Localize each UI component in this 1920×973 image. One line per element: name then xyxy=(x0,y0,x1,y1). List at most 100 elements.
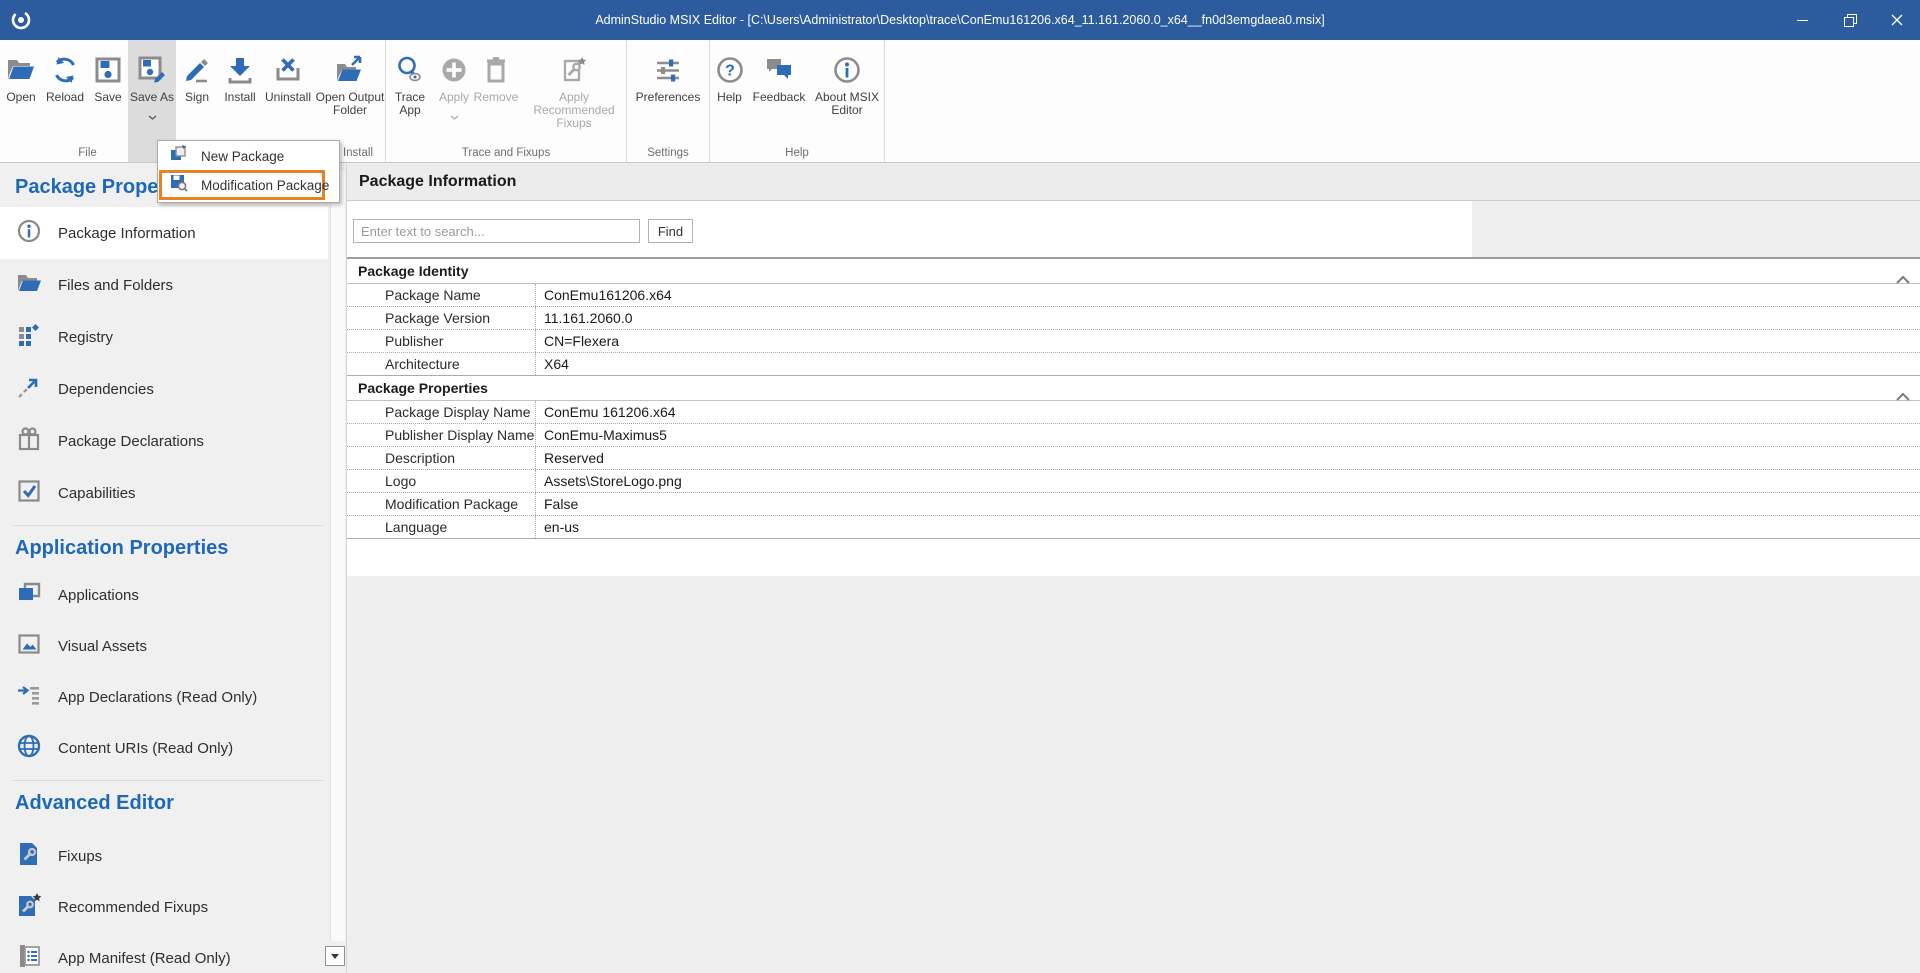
help-icon: ? xyxy=(715,49,745,91)
ribbon-group-trace-fixups: Trace App Apply xyxy=(386,40,627,162)
modification-package-icon xyxy=(169,173,188,197)
feedback-button[interactable]: Feedback xyxy=(749,40,809,162)
menu-item-new-package[interactable]: New Package xyxy=(158,142,339,170)
trace-app-icon xyxy=(395,49,425,91)
help-button[interactable]: ? Help xyxy=(710,40,749,162)
page-title: Package Information xyxy=(347,173,516,191)
sidebar-item-visual-assets[interactable]: Visual Assets xyxy=(0,621,328,672)
ribbon-group-label-settings: Settings xyxy=(627,147,709,159)
open-icon xyxy=(6,49,36,91)
save-icon xyxy=(93,49,123,91)
sidebar-item-app-manifest[interactable]: App Manifest (Read Only) xyxy=(0,933,328,973)
checkbox-icon xyxy=(16,478,42,509)
search-input[interactable] xyxy=(353,219,640,243)
minimize-icon xyxy=(1797,20,1808,21)
app-window: AdminStudio MSIX Editor - [C:\Users\Admi… xyxy=(0,0,1920,973)
section-header-package-identity[interactable]: Package Identity xyxy=(347,259,1920,284)
feedback-icon xyxy=(764,49,794,91)
save-button[interactable]: Save xyxy=(88,40,128,162)
dependencies-icon xyxy=(16,374,42,405)
new-package-icon xyxy=(169,144,188,168)
sidebar-item-files-and-folders[interactable]: Files and Folders xyxy=(0,259,328,311)
property-row: Package Version 11.161.2060.0 xyxy=(347,307,1920,330)
ribbon-group-label-help: Help xyxy=(710,147,884,159)
svg-text:?: ? xyxy=(725,63,735,80)
content-title-bar: Package Information xyxy=(347,163,1920,201)
property-row: Publisher CN=Flexera xyxy=(347,330,1920,353)
sidebar-item-registry[interactable]: Registry xyxy=(0,311,328,363)
install-icon xyxy=(225,49,255,91)
property-row: Modification Package False xyxy=(347,493,1920,516)
sidebar-header-advanced-editor: Advanced Editor xyxy=(0,781,346,825)
info-icon xyxy=(832,49,862,91)
property-row: Publisher Display Name ConEmu-Maximus5 xyxy=(347,424,1920,447)
property-panel: Package Identity Package Name ConEmu1612… xyxy=(347,257,1920,576)
property-row: Package Display Name ConEmu 161206.x64 xyxy=(347,401,1920,424)
image-icon xyxy=(16,631,42,662)
about-msix-editor-button[interactable]: About MSIX Editor xyxy=(809,40,885,162)
gift-box-icon xyxy=(16,426,42,457)
sidebar-scroll-down-button[interactable] xyxy=(325,946,345,966)
sidebar-item-package-declarations[interactable]: Package Declarations xyxy=(0,415,328,467)
apply-recommended-fixups-button[interactable]: Apply Recommended Fixups xyxy=(518,40,630,162)
restore-button[interactable] xyxy=(1826,0,1873,40)
property-row: Language en-us xyxy=(347,516,1920,539)
apply-button[interactable]: Apply xyxy=(434,40,474,162)
close-icon xyxy=(1891,14,1903,26)
sidebar-item-content-uris[interactable]: Content URIs (Read Only) xyxy=(0,723,328,774)
sidebar-scrollbar-track[interactable] xyxy=(330,171,345,941)
property-row: Description Reserved xyxy=(347,447,1920,470)
close-button[interactable] xyxy=(1873,0,1920,40)
manifest-icon xyxy=(16,943,42,973)
preferences-icon xyxy=(653,49,683,91)
sidebar-item-package-information[interactable]: Package Information xyxy=(0,207,328,259)
minimize-button[interactable] xyxy=(1779,0,1826,40)
collapse-chevron-icon[interactable] xyxy=(1896,384,1910,408)
folder-icon xyxy=(16,270,42,301)
sidebar-item-fixups[interactable]: Fixups xyxy=(0,831,328,882)
find-panel: Find xyxy=(347,201,1472,257)
window-title: AdminStudio MSIX Editor - [C:\Users\Admi… xyxy=(0,0,1920,40)
triangle-down-icon xyxy=(331,954,339,959)
section-header-package-properties[interactable]: Package Properties xyxy=(347,375,1920,401)
menu-item-modification-package[interactable]: Modification Package xyxy=(162,173,322,197)
open-button[interactable]: Open xyxy=(0,40,42,162)
reload-button[interactable]: Reload xyxy=(42,40,88,162)
fixups-icon xyxy=(16,841,42,872)
globe-icon xyxy=(16,733,42,764)
sidebar-item-recommended-fixups[interactable]: Recommended Fixups xyxy=(0,882,328,933)
sidebar-item-applications[interactable]: Applications xyxy=(0,570,328,621)
chevron-down-icon xyxy=(450,107,459,125)
apply-recommended-fixups-icon xyxy=(559,49,589,91)
ribbon-group-help: ? Help Feedback xyxy=(710,40,885,162)
sidebar-item-app-declarations[interactable]: App Declarations (Read Only) xyxy=(0,672,328,723)
property-row: Architecture X64 xyxy=(347,353,1920,375)
ribbon-group-label-file: File xyxy=(0,147,175,159)
reload-icon xyxy=(50,49,80,91)
recommended-fixups-icon xyxy=(16,892,42,923)
preferences-button[interactable]: Preferences xyxy=(628,40,708,162)
save-as-icon xyxy=(137,49,167,91)
arrow-list-icon xyxy=(16,682,42,713)
find-button[interactable]: Find xyxy=(648,219,693,243)
ribbon-group-file: Open Reload xyxy=(0,40,176,162)
property-row: Package Name ConEmu161206.x64 xyxy=(347,284,1920,307)
chevron-down-icon xyxy=(148,107,157,125)
uninstall-icon xyxy=(273,49,303,91)
remove-button[interactable]: Remove xyxy=(474,40,518,162)
ribbon-group-settings: Preferences Settings xyxy=(627,40,710,162)
info-circle-icon xyxy=(16,218,42,249)
trace-app-button[interactable]: Trace App xyxy=(386,40,434,162)
main-content: Package Information Find Package Identit… xyxy=(347,163,1920,973)
sidebar-item-capabilities[interactable]: Capabilities xyxy=(0,467,328,519)
sidebar-item-dependencies[interactable]: Dependencies xyxy=(0,363,328,415)
sidebar: Package Properties Package Information F… xyxy=(0,163,347,973)
remove-icon xyxy=(481,49,511,91)
property-row: Logo Assets\StoreLogo.png xyxy=(347,470,1920,493)
collapse-chevron-icon[interactable] xyxy=(1896,267,1910,291)
registry-icon xyxy=(16,322,42,353)
apply-icon xyxy=(439,49,469,91)
annotation-highlight-box: Modification Package xyxy=(159,170,325,200)
sidebar-header-application-properties: Application Properties xyxy=(0,526,346,570)
save-as-dropdown-menu: New Package Modification Package xyxy=(157,140,340,203)
